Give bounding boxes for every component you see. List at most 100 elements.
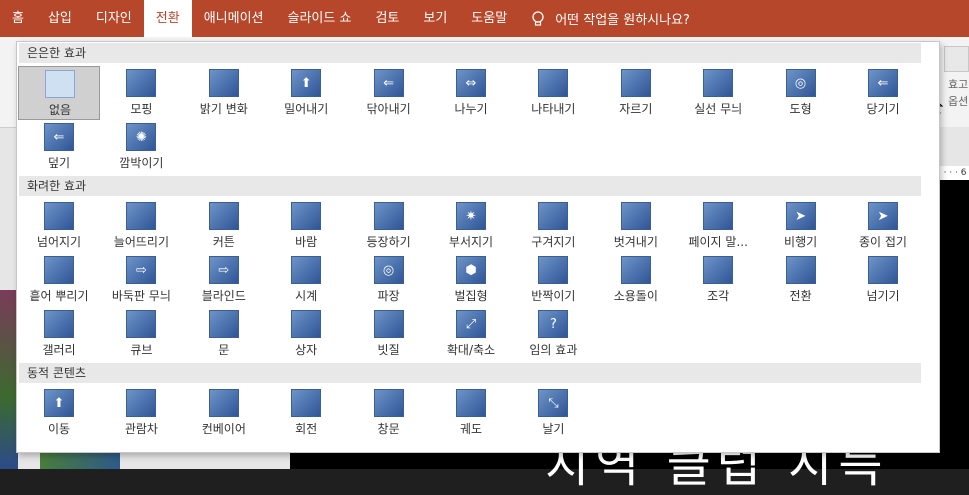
tab-7[interactable]: 보기 — [411, 0, 459, 37]
orbit-icon — [456, 389, 486, 417]
tab-1[interactable]: 삽입 — [36, 0, 84, 37]
pan-icon: ⬆ — [44, 389, 74, 417]
transition-item[interactable]: 자르기 — [595, 66, 677, 120]
transition-label: 이동 — [47, 422, 71, 436]
transition-item[interactable]: 회전 — [265, 386, 347, 440]
transition-label: 흩어 뿌리기 — [29, 289, 89, 303]
transition-label: 당기기 — [866, 102, 900, 116]
lightbulb-icon — [532, 10, 544, 26]
transition-label: 밝기 변화 — [199, 102, 248, 116]
transition-item[interactable]: 구겨지기 — [512, 199, 594, 253]
transition-label: 도형 — [789, 102, 812, 116]
transition-item[interactable]: 밝기 변화 — [183, 66, 265, 120]
prestige-icon — [373, 202, 404, 230]
transition-label: 닦아내기 — [366, 102, 411, 116]
transition-item[interactable]: 전환 — [760, 253, 842, 307]
tab-5[interactable]: 슬라이드 쇼 — [276, 0, 364, 37]
transition-item[interactable]: ⇐ 덮기 — [18, 120, 100, 174]
transition-item[interactable]: ⤡ 날기 — [512, 386, 594, 440]
transition-item[interactable]: ⬆ 이동 — [18, 386, 100, 440]
tab-2[interactable]: 디자인 — [84, 0, 144, 37]
split-icon: ⇔ — [456, 69, 486, 97]
tab-3[interactable]: 전환 — [143, 0, 192, 37]
transition-item[interactable]: ⬆ 밀어내기 — [265, 66, 347, 120]
fade-icon — [208, 69, 239, 97]
transition-item[interactable]: 반짝이기 — [512, 253, 594, 307]
effect-options-label-2: 옵션 — [948, 95, 969, 108]
transition-item[interactable]: 컨베이어 — [183, 386, 265, 440]
transition-item[interactable]: ⬢ 벌집형 — [430, 253, 512, 307]
transition-item[interactable]: ✺ 깜박이기 — [100, 120, 182, 174]
transition-item[interactable]: 관람차 — [100, 386, 182, 440]
tell-me-box[interactable]: 어떤 작업을 원하시나요? — [531, 9, 690, 28]
transition-item[interactable]: 없음 — [18, 66, 100, 120]
effect-options-button[interactable] — [944, 46, 969, 72]
tab-4[interactable]: 애니메이션 — [192, 0, 276, 37]
transition-item[interactable]: 실선 무늬 — [677, 66, 759, 120]
wind-icon — [291, 202, 322, 230]
transition-item[interactable]: 커튼 — [183, 199, 265, 253]
transition-item[interactable]: 모핑 — [100, 66, 182, 120]
tab-0[interactable]: 홈 — [0, 0, 36, 37]
clock-icon — [291, 256, 322, 284]
airplane-icon: ➤ — [785, 202, 816, 230]
transition-label: 궤도 — [459, 422, 483, 436]
transition-label: 블라인드 — [201, 289, 246, 303]
transition-item[interactable]: ➤ 비행기 — [760, 199, 842, 253]
transition-label: 소용돌이 — [613, 289, 658, 303]
transition-label: 파장 — [377, 289, 400, 303]
transition-item[interactable]: 문 — [183, 307, 265, 361]
tab-6[interactable]: 검토 — [363, 0, 411, 37]
transition-gallery: 은은한 효과 없음 모핑 밝기 변화 ⬆ 밀어내기 ⇐ 닦아내기 ⇔ 나누기 나타내기 자르기 실선 무… — [16, 41, 940, 453]
window-icon — [373, 389, 404, 417]
transition-item[interactable]: 상자 — [265, 307, 347, 361]
transition-label: 컨베이어 — [201, 422, 246, 436]
transition-item[interactable]: ✷ 부서지기 — [430, 199, 512, 253]
transition-item[interactable]: 궤도 — [430, 386, 512, 440]
transition-item[interactable]: ⤢ 확대/축소 — [430, 307, 512, 361]
transition-item[interactable]: 벗겨내기 — [595, 199, 677, 253]
transition-item[interactable]: 빗질 — [348, 307, 430, 361]
transition-item[interactable]: 페이지 말... — [677, 199, 759, 253]
transition-item[interactable]: 넘어지기 — [18, 199, 100, 253]
uncover-icon: ⇐ — [868, 69, 898, 97]
ripple-icon: ◎ — [373, 256, 404, 284]
transition-item[interactable]: 창문 — [348, 386, 430, 440]
transition-item[interactable]: ➤ 종이 접기 — [842, 199, 924, 253]
push-icon: ⬆ — [291, 69, 322, 97]
transition-item[interactable]: 등장하기 — [348, 199, 430, 253]
transition-label: 임의 효과 — [529, 343, 578, 357]
fracture-icon: ✷ — [456, 202, 486, 230]
transition-label: 벗겨내기 — [613, 235, 658, 249]
transition-item[interactable]: 시계 — [265, 253, 347, 307]
transition-item[interactable]: ⇔ 나누기 — [430, 66, 512, 120]
transition-item[interactable]: 넘기기 — [842, 253, 924, 307]
transition-item[interactable]: ◎ 도형 — [760, 66, 842, 120]
transition-item[interactable]: ⇨ 블라인드 — [183, 253, 265, 307]
transition-item[interactable]: 늘어뜨리기 — [100, 199, 182, 253]
transition-label: 모핑 — [130, 102, 153, 116]
peel-off-icon — [620, 202, 651, 230]
transition-item[interactable]: ◎ 파장 — [348, 253, 430, 307]
tab-8[interactable]: 도움말 — [459, 0, 519, 37]
transition-item[interactable]: 소용돌이 — [595, 253, 677, 307]
effect-options-label-1: 효고 — [948, 78, 969, 91]
transition-item[interactable]: ⇐ 닦아내기 — [348, 66, 430, 120]
transition-label: 날기 — [542, 422, 565, 436]
transition-item[interactable]: ? 임의 효과 — [512, 307, 594, 361]
transition-item[interactable]: 흩어 뿌리기 — [18, 253, 100, 307]
transition-label: 밀어내기 — [284, 102, 329, 116]
transition-item[interactable]: 나타내기 — [512, 66, 594, 120]
transition-label: 갤러리 — [42, 343, 76, 357]
transition-label: 넘어지기 — [36, 235, 82, 249]
transition-item[interactable]: 갤러리 — [18, 307, 100, 361]
transition-item[interactable]: ⇨ 바둑판 무늬 — [100, 253, 182, 307]
transition-item[interactable]: ⇐ 당기기 — [842, 66, 924, 120]
transition-item[interactable]: 큐브 — [100, 307, 182, 361]
transition-item[interactable]: 바람 — [265, 199, 347, 253]
transition-item[interactable]: 조각 — [677, 253, 759, 307]
transition-label: 등장하기 — [366, 235, 411, 249]
drape-icon — [126, 202, 157, 230]
transition-label: 상자 — [295, 343, 318, 357]
transition-label: 자르기 — [619, 102, 653, 116]
